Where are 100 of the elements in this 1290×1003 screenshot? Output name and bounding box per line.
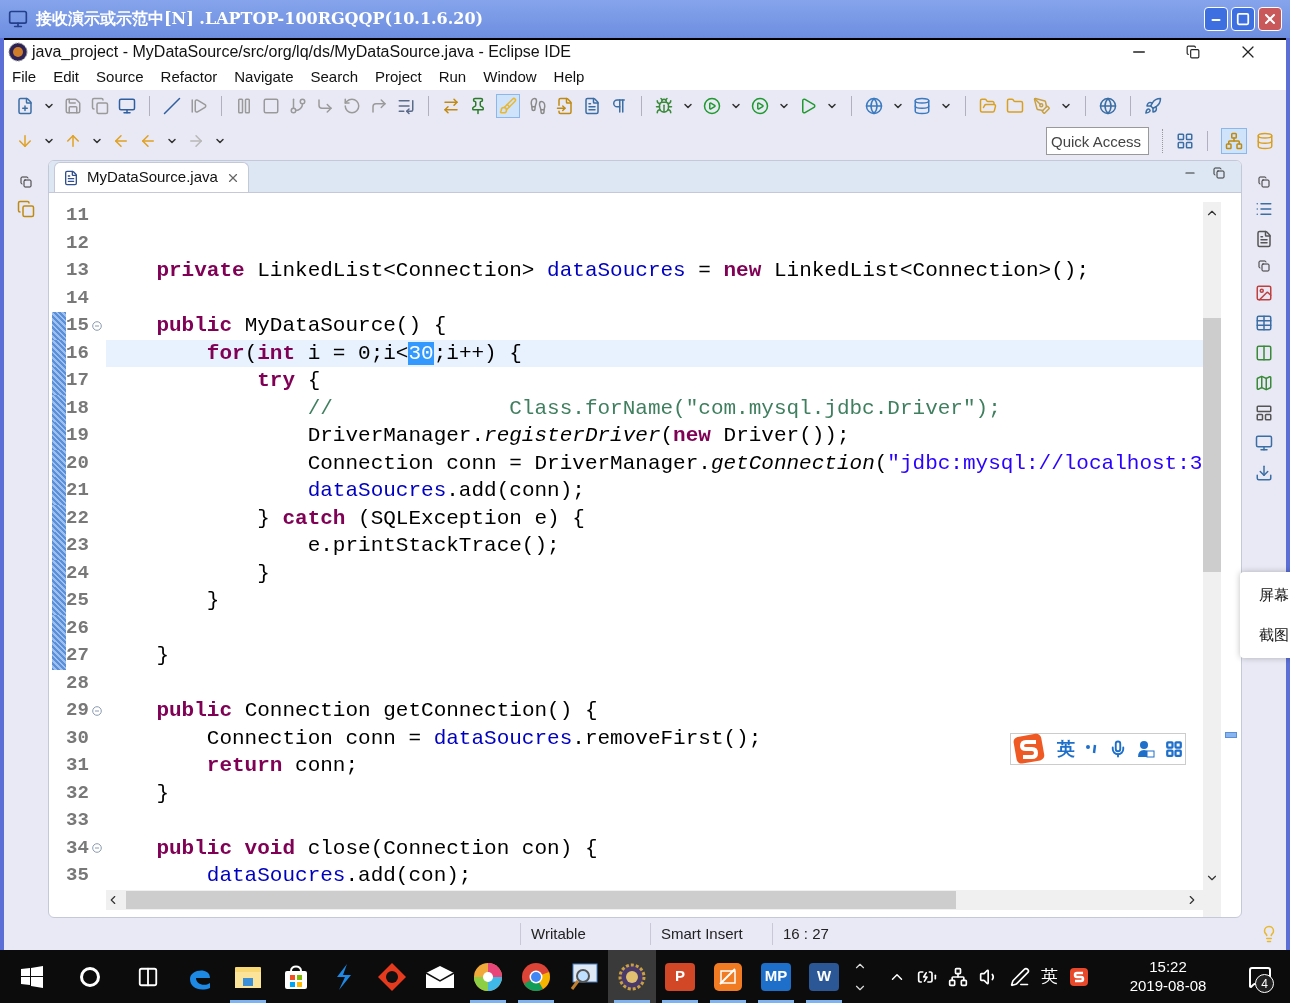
bug-icon[interactable] <box>655 97 673 115</box>
menu-item[interactable]: Edit <box>53 65 80 89</box>
tab-label[interactable]: MyDataSource.java <box>87 166 218 189</box>
code-line: } catch (SQLException e) { <box>256 507 585 529</box>
task-view-icon[interactable] <box>137 965 159 988</box>
taskbar-app[interactable]: W <box>800 950 848 1003</box>
pinwheel-icon[interactable] <box>473 961 503 992</box>
run-icon[interactable] <box>703 97 721 115</box>
taskbar-app[interactable]: P <box>656 950 704 1003</box>
maximize-icon <box>1236 12 1250 26</box>
diamond-icon[interactable] <box>377 961 407 992</box>
app-logo[interactable]: W <box>809 962 839 991</box>
line-number: 29 <box>66 701 90 721</box>
line-number: 20 <box>66 453 90 473</box>
globe-icon[interactable] <box>1099 97 1117 115</box>
play-icon[interactable] <box>799 97 817 115</box>
menu-item[interactable]: Help <box>553 65 585 89</box>
horizontal-scrollbar[interactable] <box>106 889 1203 910</box>
close-button[interactable] <box>1258 7 1282 31</box>
panel-icon[interactable] <box>1255 404 1273 422</box>
input-language[interactable]: 英 <box>1041 963 1058 990</box>
image-icon[interactable] <box>1255 284 1273 302</box>
line-number: 27 <box>66 646 90 666</box>
gear-icon[interactable] <box>617 961 647 992</box>
line-number: 11 <box>66 206 90 226</box>
run-icon[interactable] <box>751 97 769 115</box>
line-number: 31 <box>66 756 90 776</box>
open-perspective-icon[interactable] <box>1176 132 1194 150</box>
fold-icon[interactable] <box>92 705 102 716</box>
popup-item[interactable]: 截图 <box>1259 624 1290 647</box>
monitor-icon <box>8 9 28 29</box>
menu-item[interactable]: Refactor <box>160 65 218 89</box>
code-line: for(int i = 0;i<30;i++) { <box>205 342 522 364</box>
menu-item[interactable]: Project <box>375 65 422 89</box>
grid-icon[interactable] <box>1165 740 1183 758</box>
taskbar-app[interactable] <box>608 950 656 1003</box>
menu-item[interactable]: Source <box>96 65 144 89</box>
app-logo[interactable]: MP <box>761 962 791 991</box>
menu-item[interactable]: File <box>12 65 37 89</box>
outline-icon[interactable] <box>1255 200 1273 218</box>
globe-icon[interactable] <box>865 97 883 115</box>
microphone-icon[interactable] <box>1109 740 1127 758</box>
notification-icon[interactable] <box>1247 964 1272 989</box>
notification-badge: 4 <box>1255 974 1274 993</box>
document-icon[interactable] <box>583 97 601 115</box>
new-file-icon[interactable] <box>16 97 34 115</box>
line-number: 13 <box>66 261 90 281</box>
line-number: 21 <box>66 481 90 501</box>
vertical-scrollbar[interactable] <box>1203 202 1221 917</box>
clock[interactable]: 15:22 2019-08-08 <box>1103 950 1233 1003</box>
code-line: public MyDataSource() { <box>155 315 447 337</box>
quick-access-field[interactable]: Quick Access <box>1046 127 1149 155</box>
line-number: 25 <box>66 591 90 611</box>
code-line: } <box>155 782 169 804</box>
code-line: dataSoucres.add(con); <box>205 865 472 887</box>
pdf-icon[interactable] <box>713 961 743 992</box>
status-field: Writable <box>520 922 650 946</box>
map-icon[interactable] <box>1255 374 1273 392</box>
app-logo[interactable]: P <box>665 962 695 991</box>
menu-item[interactable]: Run <box>438 65 467 89</box>
menu-item[interactable]: Window <box>483 65 537 89</box>
windows-logo-icon[interactable] <box>21 965 43 988</box>
pin-icon[interactable] <box>469 97 487 115</box>
rocket-icon[interactable] <box>1144 97 1162 115</box>
maximize-button[interactable] <box>1231 7 1255 31</box>
monitor-icon[interactable] <box>118 97 136 115</box>
sogou-icon[interactable] <box>1069 966 1089 987</box>
download-icon[interactable] <box>1255 464 1273 482</box>
pilcrow-icon[interactable] <box>610 97 628 115</box>
magnifier-window-icon[interactable] <box>569 961 599 992</box>
restore-icon[interactable] <box>1186 45 1200 59</box>
network-icon[interactable] <box>948 966 968 987</box>
document-icon[interactable] <box>1255 230 1273 248</box>
user-icon[interactable] <box>1137 740 1155 758</box>
chrome-icon[interactable] <box>521 961 551 992</box>
maximize-icon[interactable] <box>1213 167 1225 179</box>
highlight-toggle[interactable] <box>496 94 520 118</box>
table-icon[interactable] <box>1255 314 1273 332</box>
line-number: 28 <box>66 673 90 693</box>
popup-item[interactable]: 屏幕 <box>1259 583 1290 606</box>
menu-item[interactable]: Search <box>310 65 358 89</box>
code-line: try { <box>256 370 321 392</box>
punctuation-icon[interactable] <box>1085 742 1099 756</box>
line-number: 33 <box>66 811 90 831</box>
minimize-button[interactable] <box>1204 7 1228 31</box>
pen-icon[interactable] <box>1010 966 1030 987</box>
footprints-icon[interactable] <box>529 97 547 115</box>
code-line: } <box>155 645 169 667</box>
fold-icon[interactable] <box>92 320 102 331</box>
editor-tab[interactable]: MyDataSource.java <box>54 162 249 192</box>
menu-item[interactable]: Navigate <box>234 65 294 89</box>
overview-marker[interactable] <box>1225 732 1237 738</box>
columns-icon[interactable] <box>1255 344 1273 362</box>
fold-icon[interactable] <box>92 843 102 854</box>
taskbar-app[interactable]: MP <box>752 950 800 1003</box>
code-line: DriverManager.registerDriver(new Driver()); <box>306 425 850 447</box>
database-icon[interactable] <box>913 97 931 115</box>
ime-mode[interactable]: 英 <box>1057 735 1075 763</box>
line-number: 19 <box>66 426 90 446</box>
mail-icon[interactable] <box>425 964 455 989</box>
